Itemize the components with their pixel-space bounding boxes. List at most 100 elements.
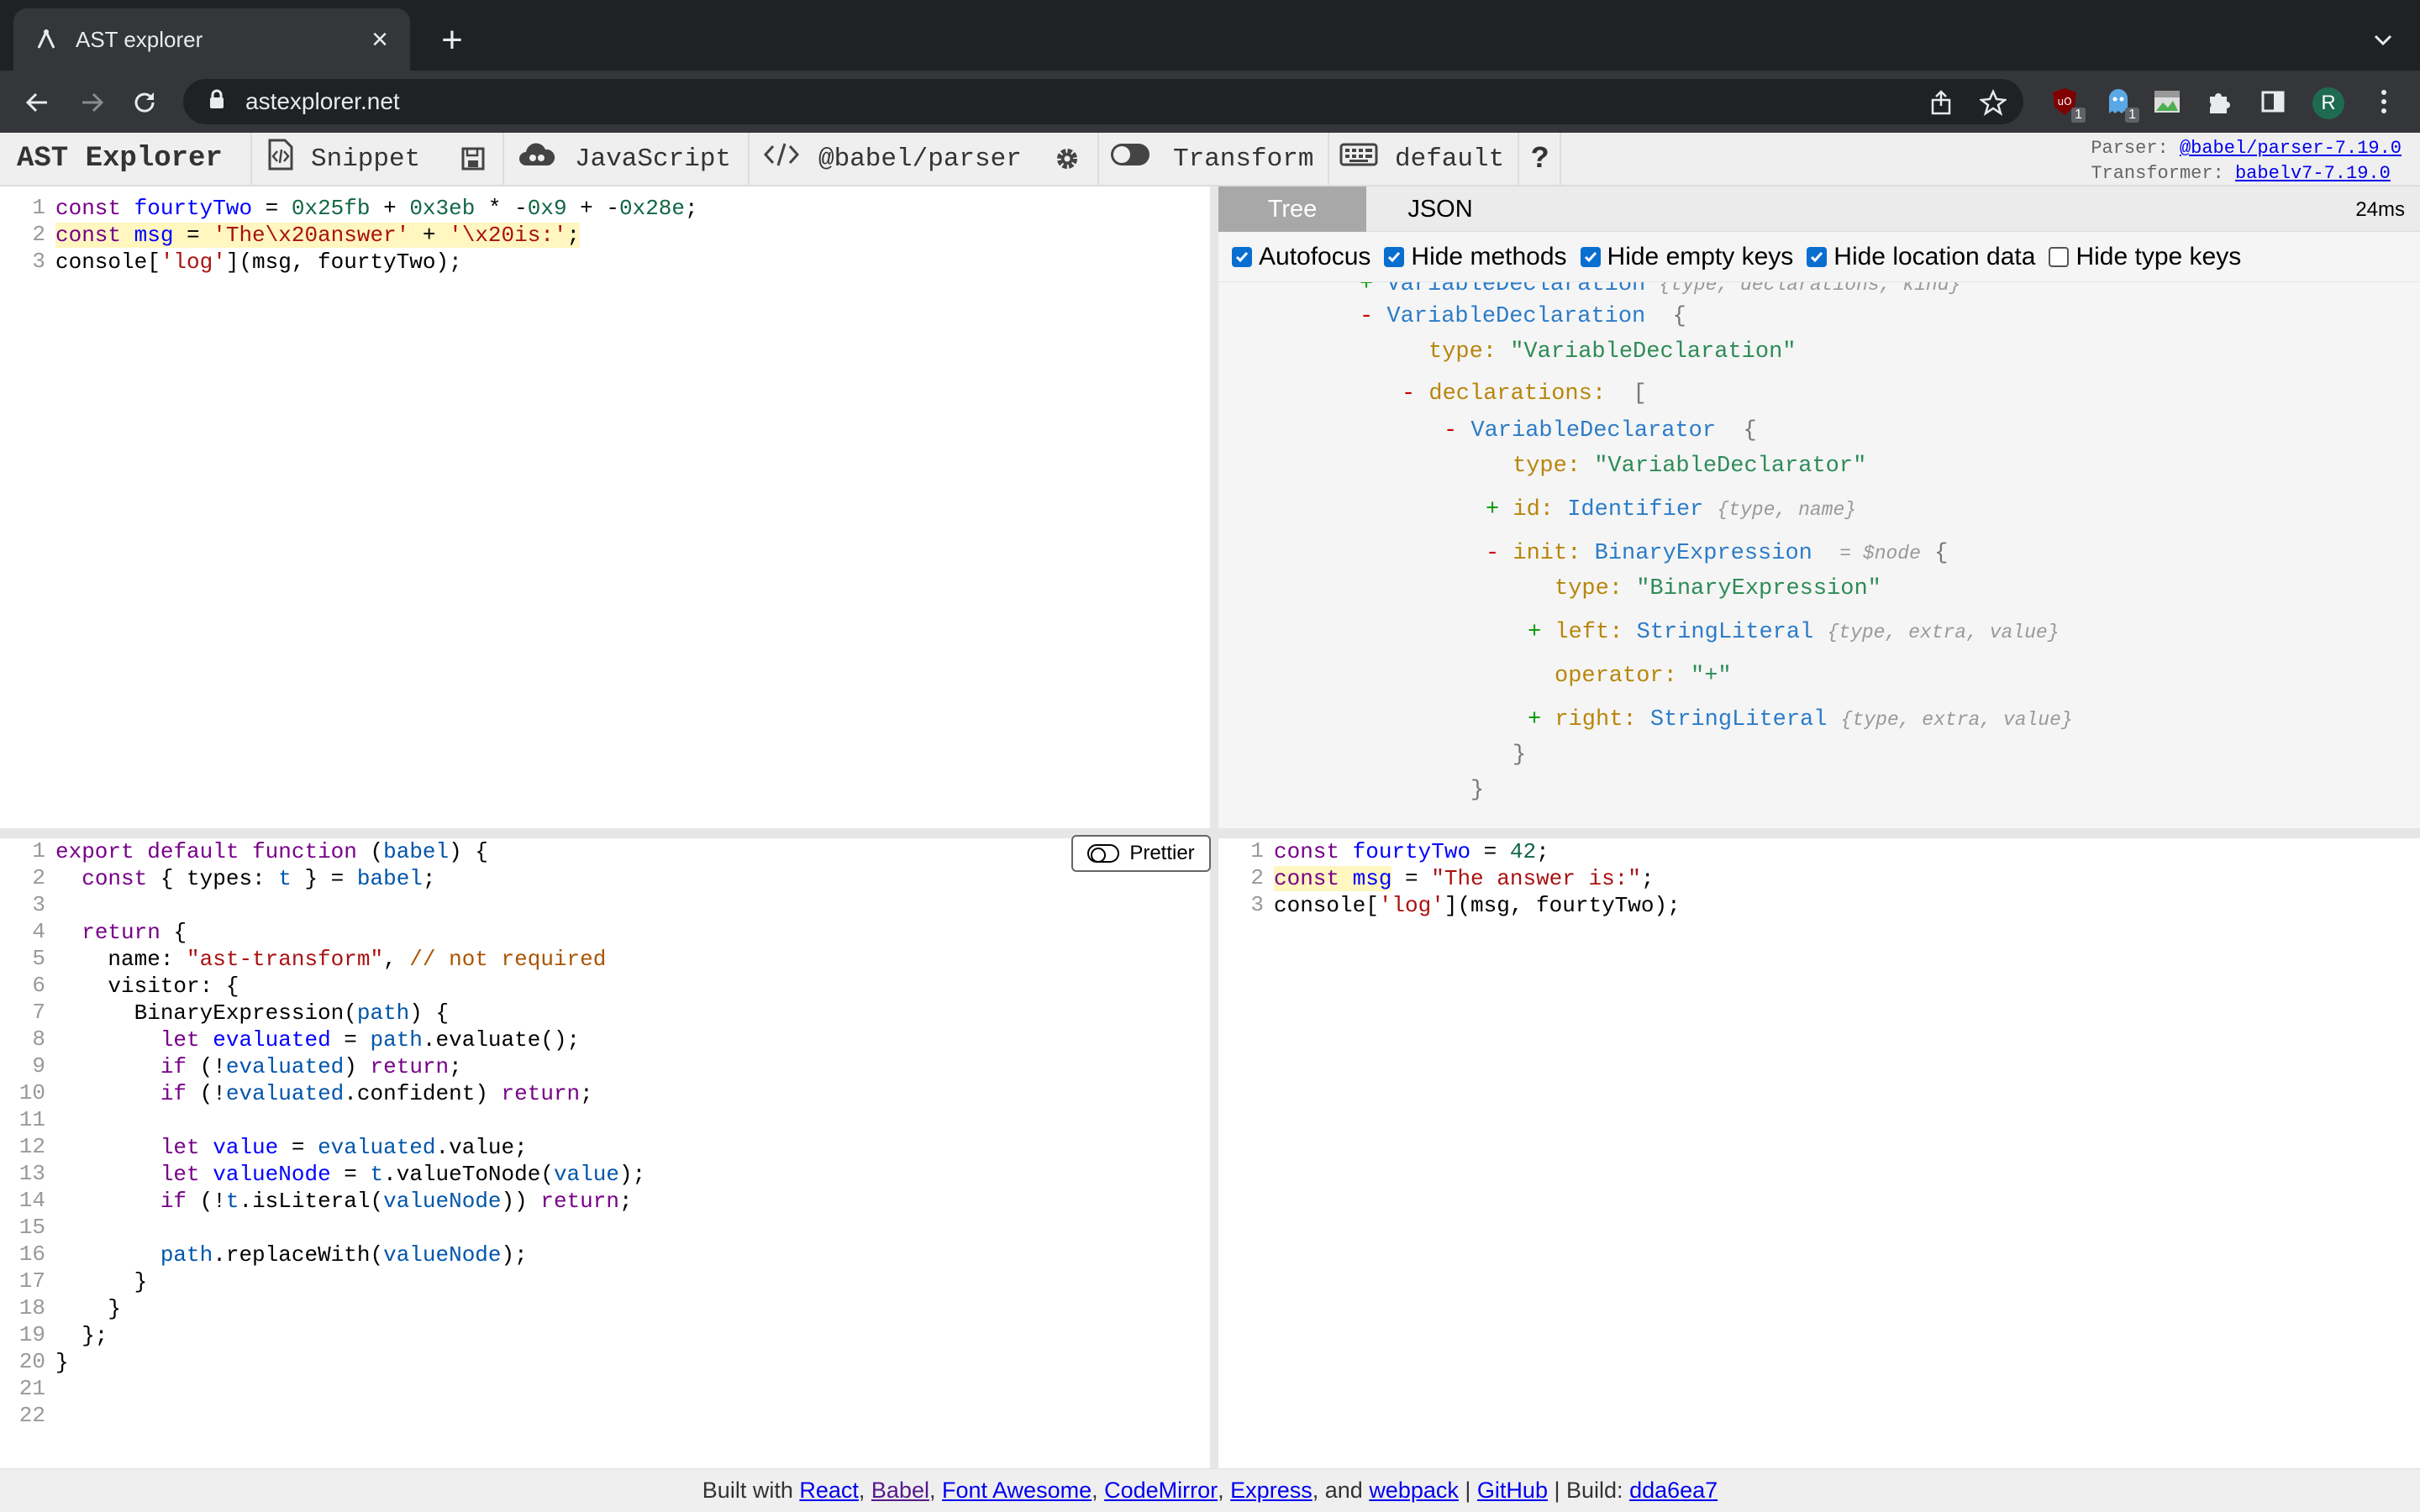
code-line: const fourtyTwo = 42; [1274, 839, 1549, 864]
tree-node[interactable]: + VariableDeclaration {type, declaration… [1360, 282, 1960, 297]
option-label: Hide empty keys [1607, 242, 1794, 270]
codemirror-link[interactable]: CodeMirror [1104, 1478, 1218, 1504]
tree-node[interactable]: - VariableDeclarator { [1444, 418, 1757, 444]
code-line: let valueNode = t.valueToNode(value); [160, 1162, 646, 1187]
line-number: 10 [18, 1080, 45, 1105]
output-tabs: Tree JSON 24ms [1218, 186, 2420, 232]
tab-tree[interactable]: Tree [1218, 186, 1366, 232]
tree-node[interactable]: + left: StringLiteral {type, extra, valu… [1528, 620, 2060, 645]
font-awesome-link[interactable]: Font Awesome [942, 1478, 1092, 1504]
keymap-selector[interactable]: default [1339, 133, 1504, 185]
code-line: const fourtyTwo = 0x25fb + 0x3eb * -0x9 … [55, 196, 698, 221]
babel-link[interactable]: Babel [871, 1478, 929, 1504]
parser-selector[interactable]: @babel/parser [763, 133, 1022, 185]
back-arrow-icon[interactable] [18, 84, 55, 121]
parser-version-link[interactable]: @babel/parser-7.19.0 [2180, 138, 2402, 159]
forward-arrow-icon[interactable] [74, 84, 111, 121]
ast-tree: + VariableDeclaration {type, declaration… [1218, 282, 2420, 828]
toolbar-divider [748, 133, 750, 185]
checkbox-checked-icon[interactable] [1232, 246, 1252, 267]
toggle-off-icon [1109, 142, 1151, 176]
github-link[interactable]: GitHub [1477, 1478, 1548, 1504]
hide-empty-keys-option[interactable]: Hide empty keys [1580, 242, 1794, 271]
line-number: 2 [32, 222, 45, 247]
vertical-splitter[interactable] [1210, 186, 1218, 1468]
tree-node[interactable]: - init: BinaryExpression = $node { [1486, 541, 1948, 566]
tree-node[interactable]: + id: Identifier {type, name} [1486, 497, 1856, 522]
snippet-label: Snippet [311, 144, 421, 174]
snippet-button[interactable]: Snippet [267, 133, 420, 185]
source-editor[interactable]: 1 2 3 const fourtyTwo = 0x25fb + 0x3eb *… [0, 186, 1210, 828]
code-line: console['log'](msg, fourtyTwo); [1274, 893, 1681, 918]
prettier-button[interactable]: Prettier [1071, 835, 1211, 872]
webpack-link[interactable]: webpack [1369, 1478, 1459, 1504]
code-file-icon [267, 138, 294, 180]
tree-prop: type: "VariableDeclarator" [1512, 454, 1867, 479]
autofocus-option[interactable]: Autofocus [1232, 243, 1370, 271]
image-extension-icon[interactable] [2149, 84, 2185, 119]
line-number: 4 [32, 919, 45, 944]
profile-avatar[interactable]: R [2312, 87, 2344, 119]
side-panel-icon[interactable] [2255, 84, 2291, 119]
react-link[interactable]: React [799, 1478, 859, 1504]
option-label: Autofocus [1259, 242, 1371, 270]
language-selector[interactable]: JavaScript [518, 133, 731, 185]
line-number: 2 [1250, 865, 1264, 890]
new-tab-icon[interactable]: + [434, 22, 471, 59]
line-number: 18 [18, 1295, 45, 1320]
tree-node[interactable]: - VariableDeclaration { [1360, 304, 1686, 329]
extensions-puzzle-icon[interactable] [2202, 84, 2237, 119]
line-number: 20 [18, 1349, 45, 1374]
build-hash-link[interactable]: dda6ea7 [1629, 1478, 1718, 1504]
toolbar-divider [1518, 133, 1519, 185]
transform-toggle[interactable]: Transform [1109, 133, 1313, 185]
app-toolbar: AST Explorer Snippet JavaScript @babel/p… [0, 133, 2420, 186]
line-number: 6 [32, 973, 45, 998]
transform-editor[interactable]: 1 2 3 4 5 6 7 8 9 10 11 12 13 14 15 16 17 18 19 20 21 22 expo… [0, 838, 1210, 1468]
code-line: if (!evaluated.confident) return; [160, 1081, 593, 1106]
footer-and: and [1324, 1478, 1363, 1503]
hide-methods-option[interactable]: Hide methods [1384, 242, 1567, 271]
tree-prop: type: "VariableDeclaration" [1428, 339, 1797, 365]
express-link[interactable]: Express [1230, 1478, 1313, 1504]
code-line: const msg = "The answer is:"; [1274, 866, 1655, 891]
checkbox-checked-icon[interactable] [1580, 246, 1601, 267]
option-label: Hide type keys [2075, 242, 2242, 270]
toolbar-divider [502, 133, 504, 185]
checkbox-checked-icon[interactable] [1807, 246, 1828, 267]
transformer-version-link[interactable]: babelv7-7.19.0 [2235, 163, 2391, 184]
ghost-extension-icon[interactable]: 1 [2101, 84, 2139, 123]
tab-search-chevron-icon[interactable] [2368, 25, 2398, 55]
bookmark-star-icon[interactable] [1976, 86, 2010, 119]
tab-close-icon[interactable]: × [363, 23, 397, 56]
tree-node[interactable]: - declarations: [ [1402, 381, 1647, 407]
parser-settings-gear-icon[interactable] [1054, 133, 1081, 185]
code-line: console['log'](msg, fourtyTwo); [55, 249, 462, 275]
hide-location-data-option[interactable]: Hide location data [1807, 243, 2035, 271]
code-line: if (!evaluated) return; [160, 1054, 462, 1079]
address-bar[interactable]: astexplorer.net [183, 79, 2023, 124]
output-editor[interactable]: 1 2 3 const fourtyTwo = 42; const msg = … [1218, 838, 2420, 1468]
help-button[interactable]: ? [1531, 133, 1549, 185]
parser-info: Parser: @babel/parser-7.19.0 Transformer… [2091, 136, 2402, 186]
transform-label: Transform [1173, 144, 1314, 174]
line-number: 1 [1250, 838, 1264, 864]
save-icon[interactable] [460, 133, 486, 185]
checkbox-checked-icon[interactable] [1384, 246, 1405, 267]
hide-type-keys-option[interactable]: Hide type keys [2049, 243, 2241, 271]
reload-icon[interactable] [126, 84, 163, 121]
ublock-extension-icon[interactable]: uO 1 [2047, 84, 2086, 123]
code-line: visitor: { [55, 974, 239, 999]
parser-label: @babel/parser [818, 144, 1022, 174]
astexplorer-favicon-icon [34, 27, 59, 52]
checkbox-unchecked-icon[interactable] [2049, 246, 2070, 267]
parse-timing: 24ms [2355, 198, 2405, 221]
share-icon[interactable] [1924, 86, 1958, 119]
code-line: path.replaceWith(valueNode); [160, 1242, 528, 1268]
option-label: Hide methods [1411, 242, 1567, 270]
tab-json[interactable]: JSON [1366, 186, 1514, 232]
kebab-menu-icon[interactable] [2366, 84, 2402, 119]
browser-tab[interactable]: AST explorer × [13, 8, 410, 71]
line-number: 12 [18, 1134, 45, 1159]
tree-node[interactable]: + right: StringLiteral {type, extra, val… [1528, 707, 2073, 732]
